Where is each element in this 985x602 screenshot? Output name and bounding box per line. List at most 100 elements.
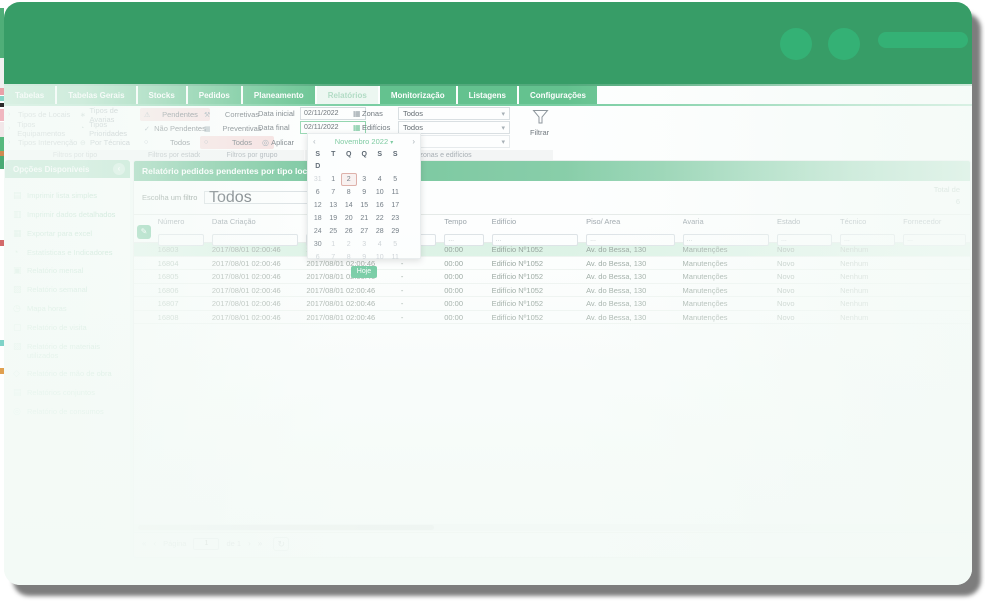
calendar-day[interactable]: 19 (326, 212, 342, 225)
calendar-day[interactable]: 13 (326, 199, 342, 212)
today-button[interactable]: Hoje (351, 266, 377, 278)
calendar-day[interactable]: 1 (326, 238, 342, 251)
calendar-day[interactable]: 12 (310, 199, 326, 212)
tab[interactable]: Planeamento (243, 86, 315, 104)
total-counter: Total de 6 (934, 185, 960, 206)
filter-tipos-prioridades[interactable]: ◔ Tipos Prioridades (80, 122, 142, 135)
calendar-day[interactable]: 6 (310, 186, 326, 199)
calendar-day[interactable]: 9 (357, 186, 373, 199)
calendar-day[interactable]: 8 (341, 186, 357, 199)
tab[interactable]: Listagens (458, 86, 517, 104)
table-row[interactable]: 16807 2017/08/01 02:00:46 2017/08/01 02:… (134, 297, 970, 311)
sidebar-item[interactable]: ◷ Mapa horas (5, 299, 130, 318)
edit-filter-icon[interactable]: ✎ (137, 225, 151, 239)
calendar-day[interactable]: 9 (357, 251, 373, 264)
calendar-day[interactable]: 8 (341, 251, 357, 264)
sidebar-item[interactable]: ▧ Relatório de materiais utilizados (5, 337, 130, 364)
calendar-day[interactable]: 7 (326, 186, 342, 199)
calendar-day[interactable]: 14 (341, 199, 357, 212)
weekday-label: S (372, 149, 388, 161)
table-row[interactable]: 16808 2017/08/01 02:00:46 2017/08/01 02:… (134, 311, 970, 325)
hours-map-icon: ◷ (13, 303, 27, 314)
sidebar-item[interactable]: ▤ Imprimir lista simples (5, 186, 130, 205)
table-row[interactable]: 16804 2017/08/01 02:00:46 2017/08/01 02:… (134, 257, 970, 271)
filter-por-tecnica[interactable]: ⊖ Por Técnica (80, 136, 142, 149)
collapse-sidebar-icon[interactable]: ‹ (113, 163, 125, 175)
tab[interactable]: Monitorização (380, 86, 456, 104)
page-label: Página (163, 539, 186, 548)
calendar-day[interactable]: 22 (372, 212, 388, 225)
calendar-icon[interactable]: ▦ (353, 109, 362, 118)
sidebar-item[interactable]: ▤ Relatórios conjuntos (5, 383, 130, 402)
sidebar-item[interactable]: ▣ Relatório mensal (5, 261, 130, 280)
calendar-day[interactable]: 7 (326, 251, 342, 264)
zonas-dropdown[interactable]: Todos ▾ (398, 107, 510, 120)
tab[interactable]: Tabelas Gerais (57, 86, 135, 104)
prev-month-icon[interactable]: ‹ (313, 137, 323, 146)
horizontal-scrollbar[interactable] (134, 524, 971, 531)
calendar-day[interactable]: 4 (372, 238, 388, 251)
table-row[interactable]: 16803 2017/08/01 02:00:46 2017/08/01 02:… (134, 243, 970, 257)
calendar-day[interactable]: 30 (310, 238, 326, 251)
calendar-day[interactable]: 17 (388, 199, 404, 212)
calendar-day[interactable]: 27 (357, 225, 373, 238)
calendar-day[interactable]: 2 (341, 173, 357, 186)
table-row[interactable]: 16806 2017/08/01 02:00:46 2017/08/01 02:… (134, 284, 970, 298)
sidebar-item[interactable]: ▦ Exportar para excel (5, 224, 130, 243)
sidebar-item[interactable]: ◔ Estatísticas e Indicadores (5, 243, 130, 261)
next-page-icon[interactable]: › (248, 539, 251, 548)
calendar-day[interactable]: 29 (388, 225, 404, 238)
tab[interactable]: Tabelas (4, 86, 55, 104)
screenshot-stage: TabelasTabelas GeraisStocksPedidosPlanea… (0, 0, 985, 602)
prev-page-icon[interactable]: ‹ (153, 539, 156, 548)
calendar-day[interactable]: 5 (388, 173, 404, 186)
sidebar-item[interactable]: ▢ Relatório de visita (5, 318, 130, 337)
refresh-icon[interactable]: ↻ (273, 537, 289, 551)
calendar-day[interactable]: 3 (357, 173, 373, 186)
calendar-day[interactable]: 23 (388, 212, 404, 225)
filter-tipos-intervencao[interactable]: › Tipos Intervenção (8, 136, 80, 149)
calendar-day[interactable]: 16 (372, 199, 388, 212)
first-page-icon[interactable]: « (142, 539, 146, 548)
last-page-icon[interactable]: » (258, 539, 262, 548)
calendar-day[interactable]: 20 (341, 212, 357, 225)
calendar-day-grid: 3112345678910111213141516171819202122232… (308, 173, 420, 264)
filter-tipos-equipamentos[interactable]: › Tipos Equipamentos (8, 122, 80, 135)
next-month-icon[interactable]: › (405, 137, 415, 146)
tab[interactable]: Pedidos (188, 86, 241, 104)
calendar-day[interactable]: 3 (357, 238, 373, 251)
sidebar-item[interactable]: ◎ Relatório de consumos (5, 402, 130, 421)
filter-funnel-icon[interactable] (532, 109, 549, 127)
calendar-icon[interactable]: ▦ (353, 123, 362, 132)
calendar-day[interactable]: 15 (357, 199, 373, 212)
page-input[interactable] (193, 538, 219, 550)
calendar-month-title[interactable]: Novembro 2022 ▾ (323, 137, 405, 146)
calendar-day[interactable]: 31 (310, 173, 326, 186)
tab[interactable]: Stocks (138, 86, 186, 104)
calendar-day[interactable]: 6 (310, 251, 326, 264)
zonas-label: Zonas (362, 107, 383, 120)
calendar-day[interactable]: 2 (341, 238, 357, 251)
sidebar-item[interactable]: ◇ Relatório de mão de obra (5, 364, 130, 383)
calendar-day[interactable]: 11 (388, 186, 404, 199)
calendar-day[interactable]: 26 (341, 225, 357, 238)
tab[interactable]: Relatórios (317, 86, 378, 104)
calendar-day[interactable]: 10 (372, 251, 388, 264)
calendar-day[interactable]: 28 (372, 225, 388, 238)
calendar-day[interactable]: 5 (388, 238, 404, 251)
table-row[interactable]: 16805 2017/08/01 02:00:46 2017/08/01 02:… (134, 270, 970, 284)
sidebar-item[interactable]: ▨ Relatório semanal (5, 280, 130, 299)
calendar-day[interactable]: 18 (310, 212, 326, 225)
scrollbar-thumb[interactable] (138, 525, 434, 530)
tab[interactable]: Configurações (519, 86, 597, 104)
sidebar-item[interactable]: ▥ Imprimir dados detalhados (5, 205, 130, 224)
report-panel: Relatório pedidos pendentes por tipo loc… (133, 160, 971, 558)
choose-filter-dropdown[interactable]: Todos ▾ (204, 191, 316, 204)
calendar-day[interactable]: 25 (326, 225, 342, 238)
calendar-day[interactable]: 4 (372, 173, 388, 186)
calendar-day[interactable]: 11 (388, 251, 404, 264)
calendar-day[interactable]: 24 (310, 225, 326, 238)
calendar-day[interactable]: 1 (326, 173, 342, 186)
calendar-day[interactable]: 21 (357, 212, 373, 225)
calendar-day[interactable]: 10 (372, 186, 388, 199)
